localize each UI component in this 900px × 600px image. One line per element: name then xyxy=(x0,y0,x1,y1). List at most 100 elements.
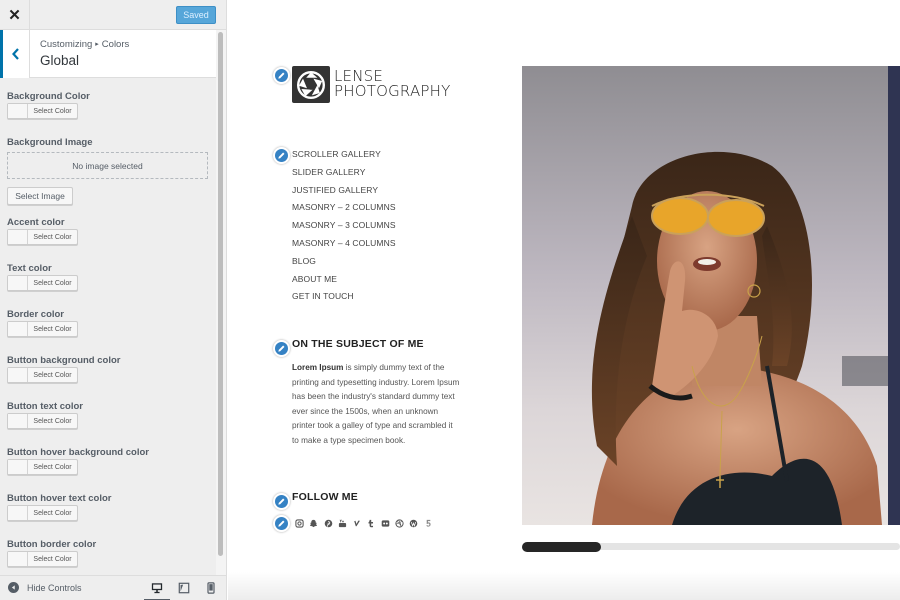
select-color-label: Select Color xyxy=(33,325,72,333)
menu-item-blog[interactable]: BLOG xyxy=(292,256,396,274)
select-color-label: Select Color xyxy=(33,233,72,241)
flickr-icon[interactable] xyxy=(381,518,390,528)
social-icons xyxy=(295,518,433,528)
breadcrumb: Customizing ▸ Colors xyxy=(40,39,129,50)
mobile-icon xyxy=(207,582,215,594)
gallery-scrollbar[interactable] xyxy=(522,542,900,552)
menu-item-get-in-touch[interactable]: GET IN TOUCH xyxy=(292,291,396,309)
pencil-icon xyxy=(278,72,285,79)
menu-item-about-me[interactable]: ABOUT ME xyxy=(292,274,396,292)
menu-item-masonry-3[interactable]: MASONRY – 3 COLUMNS xyxy=(292,220,396,238)
menu-item-masonry-4[interactable]: MASONRY – 4 COLUMNS xyxy=(292,238,396,256)
pencil-icon xyxy=(278,498,285,505)
hide-controls-button[interactable]: Hide Controls xyxy=(8,582,82,593)
control-button-text-color: Button text color Select Color xyxy=(7,401,83,429)
gallery-scrollbar-thumb[interactable] xyxy=(522,542,601,552)
section-title: Global xyxy=(40,53,80,68)
tablet-icon xyxy=(178,582,190,594)
breadcrumb-section: Colors xyxy=(101,39,130,50)
select-color-button[interactable]: Select Color xyxy=(7,321,78,337)
preview-bottom-fade xyxy=(228,572,900,600)
color-swatch xyxy=(8,414,28,428)
select-image-button[interactable]: Select Image xyxy=(7,187,73,205)
about-text-bold: Lorem Ipsum xyxy=(292,363,344,372)
vimeo-icon[interactable] xyxy=(352,518,361,528)
select-color-button[interactable]: Select Color xyxy=(7,413,78,429)
control-label: Button background color xyxy=(7,355,121,366)
hide-controls-label: Hide Controls xyxy=(27,582,82,593)
close-icon: ✕ xyxy=(8,7,21,24)
site-logo[interactable] xyxy=(292,66,330,103)
color-swatch xyxy=(8,460,28,474)
select-color-button[interactable]: Select Color xyxy=(7,459,78,475)
wordpress-icon[interactable] xyxy=(409,518,418,528)
breadcrumb-root: Customizing xyxy=(40,39,93,50)
youtube-icon[interactable] xyxy=(338,518,347,528)
control-button-border-color: Button border color Select Color xyxy=(7,539,97,567)
select-color-label: Select Color xyxy=(33,463,72,471)
color-swatch xyxy=(8,368,28,382)
control-accent-color: Accent color Select Color xyxy=(7,217,78,245)
select-color-label: Select Color xyxy=(33,417,72,425)
instagram-icon[interactable] xyxy=(295,518,304,528)
menu-item-justified-gallery[interactable]: JUSTIFIED GALLERY xyxy=(292,185,396,203)
500px-icon[interactable] xyxy=(424,518,433,528)
select-color-label: Select Color xyxy=(33,509,72,517)
control-button-background-color: Button background color Select Color xyxy=(7,355,121,383)
next-gallery-image[interactable] xyxy=(888,66,900,525)
main-menu: SCROLLER GALLERY SLIDER GALLERY JUSTIFIE… xyxy=(292,149,396,309)
snapchat-icon[interactable] xyxy=(309,518,318,528)
select-color-button[interactable]: Select Color xyxy=(7,367,78,383)
control-background-image: Background Image xyxy=(7,137,93,148)
edit-follow-widget-shortcut[interactable] xyxy=(273,493,290,510)
pencil-icon xyxy=(278,520,285,527)
sidebar-header: ✕ Saved xyxy=(0,0,226,30)
edit-social-icons-shortcut[interactable] xyxy=(273,515,290,532)
menu-item-masonry-2[interactable]: MASONRY – 2 COLUMNS xyxy=(292,202,396,220)
portrait-photo xyxy=(522,66,888,525)
tumblr-icon[interactable] xyxy=(366,518,375,528)
sidebar-scrollbar-thumb[interactable] xyxy=(218,32,223,556)
control-label: Accent color xyxy=(7,217,65,228)
section-header: Customizing ▸ Colors Global xyxy=(0,30,216,78)
sidebar-scrollbar[interactable] xyxy=(216,30,226,575)
close-customizer-button[interactable]: ✕ xyxy=(0,0,30,30)
back-button[interactable] xyxy=(0,30,30,78)
edit-menu-shortcut[interactable] xyxy=(273,147,290,164)
collapse-icon xyxy=(8,582,19,593)
site-title[interactable]: LENSE PHOTOGRAPHY xyxy=(334,69,451,99)
color-swatch xyxy=(8,322,28,336)
select-color-label: Select Color xyxy=(33,279,72,287)
customizer-sidebar: ✕ Saved Customizing ▸ Colors Global Backgr… xyxy=(0,0,227,600)
control-label: Button border color xyxy=(7,539,97,550)
menu-item-slider-gallery[interactable]: SLIDER GALLERY xyxy=(292,167,396,185)
select-color-button[interactable]: Select Color xyxy=(7,103,78,119)
breadcrumb-separator-icon: ▸ xyxy=(95,41,99,48)
menu-item-scroller-gallery[interactable]: SCROLLER GALLERY xyxy=(292,149,396,167)
dribbble-icon[interactable] xyxy=(395,518,404,528)
edit-logo-shortcut[interactable] xyxy=(273,67,290,84)
control-button-hover-text-color: Button hover text color Select Color xyxy=(7,493,112,521)
select-color-button[interactable]: Select Color xyxy=(7,505,78,521)
control-label: Text color xyxy=(7,263,52,274)
sidebar-footer: Hide Controls xyxy=(0,575,226,600)
pencil-icon xyxy=(278,345,285,352)
gallery-image[interactable] xyxy=(522,66,888,525)
select-color-button[interactable]: Select Color xyxy=(7,275,78,291)
edit-about-widget-shortcut[interactable] xyxy=(273,340,290,357)
image-placeholder: No image selected xyxy=(7,152,208,179)
color-swatch xyxy=(8,506,28,520)
control-label: Button hover text color xyxy=(7,493,112,504)
control-label: Background Color xyxy=(7,91,90,102)
select-color-button[interactable]: Select Color xyxy=(7,229,78,245)
select-color-label: Select Color xyxy=(33,107,72,115)
pinterest-icon[interactable] xyxy=(324,518,333,528)
about-widget-title: ON THE SUBJECT OF ME xyxy=(292,338,424,350)
pencil-icon xyxy=(278,152,285,159)
save-button[interactable]: Saved xyxy=(176,6,216,24)
preview-mobile-button[interactable] xyxy=(204,581,218,595)
preview-tablet-button[interactable] xyxy=(177,581,191,595)
preview-desktop-button[interactable] xyxy=(144,581,170,600)
select-color-label: Select Color xyxy=(33,371,72,379)
select-color-button[interactable]: Select Color xyxy=(7,551,78,567)
